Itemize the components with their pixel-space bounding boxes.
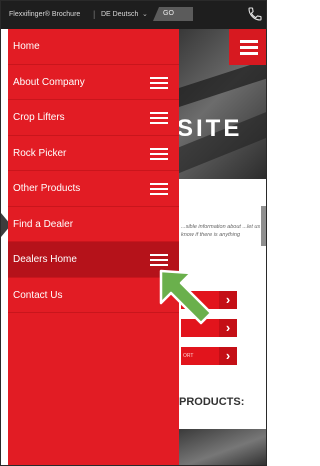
- hamburger-icon[interactable]: [150, 147, 168, 160]
- products-heading: PRODUCTS:: [179, 396, 245, 408]
- nav-item-label: About Company: [13, 76, 85, 88]
- nav-item-label: Home: [13, 41, 40, 52]
- nav-item-home[interactable]: Home: [8, 29, 179, 65]
- arrow-up-left-icon: [159, 269, 213, 325]
- nav-item-label: Find a Dealer: [13, 218, 74, 230]
- hamburger-icon[interactable]: [150, 112, 168, 124]
- side-tab[interactable]: [261, 206, 266, 246]
- site-menu-button[interactable]: [229, 29, 266, 65]
- nav-item-about-company[interactable]: About Company: [8, 65, 179, 100]
- nav-item-rock-picker[interactable]: Rock Picker: [8, 136, 179, 171]
- nav-item-other-products[interactable]: Other Products: [8, 171, 179, 207]
- hamburger-icon[interactable]: [150, 76, 168, 89]
- intro-paragraph: ...sible information about ...let us kno…: [181, 224, 261, 238]
- nav-drawer: Home About Company Crop Lifters Rock Pic…: [8, 29, 179, 465]
- topbar-chip[interactable]: GO: [153, 7, 193, 21]
- nav-item-label: Other Products: [13, 183, 81, 194]
- cta-button-3[interactable]: ORT ›: [181, 347, 237, 365]
- hamburger-bar: [240, 52, 258, 55]
- chevron-down-icon[interactable]: ⌄: [142, 10, 148, 18]
- chevron-right-icon: ›: [219, 319, 237, 337]
- hero-title: SITE: [179, 115, 243, 142]
- language-selector[interactable]: DE Deutsch: [101, 11, 138, 18]
- nav-item-find-a-dealer[interactable]: Find a Dealer: [8, 207, 179, 242]
- phone-icon[interactable]: [247, 6, 263, 22]
- hamburger-bar: [240, 46, 258, 49]
- hamburger-bar: [240, 40, 258, 43]
- brochure-link[interactable]: Flexxifinger® Brochure: [9, 11, 80, 18]
- cta-button-label: ORT: [183, 353, 194, 359]
- top-bar: Flexxifinger® Brochure | DE Deutsch ⌄ GO: [1, 1, 266, 29]
- topbar-divider: |: [93, 9, 96, 19]
- nav-item-label: Contact Us: [13, 289, 63, 301]
- nav-item-label: Crop Lifters: [13, 112, 65, 123]
- nav-item-label: Rock Picker: [13, 147, 67, 159]
- product-image: [179, 429, 266, 465]
- page-frame: Flexxifinger® Brochure | DE Deutsch ⌄ GO…: [0, 0, 267, 466]
- nav-item-label: Dealers Home: [13, 254, 77, 265]
- hamburger-icon[interactable]: [150, 183, 168, 195]
- chevron-right-icon: ›: [219, 291, 237, 309]
- chevron-right-icon: ›: [219, 347, 237, 365]
- nav-item-crop-lifters[interactable]: Crop Lifters: [8, 100, 179, 136]
